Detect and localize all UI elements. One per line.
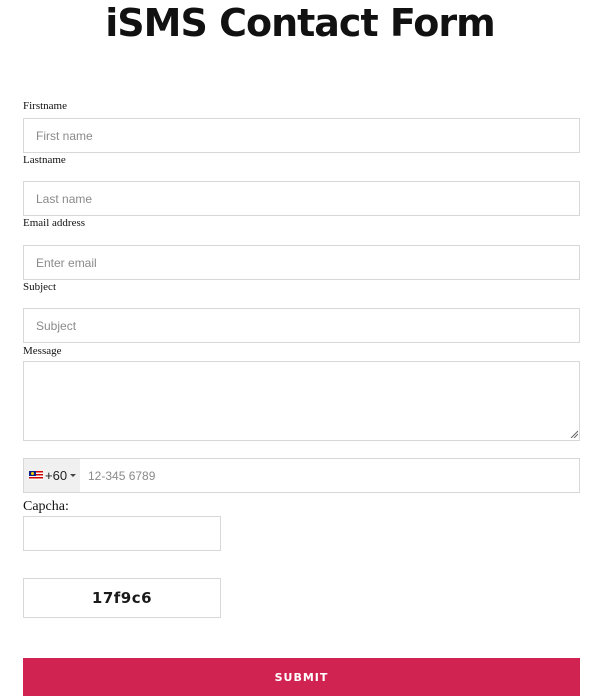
message-label: Message bbox=[23, 345, 62, 357]
form-title: iSMS Contact Form bbox=[105, 1, 495, 45]
phone-input[interactable] bbox=[80, 459, 579, 492]
lastname-label: Lastname bbox=[23, 154, 66, 166]
email-label: Email address bbox=[23, 217, 86, 229]
submit-button[interactable]: SUBMIT bbox=[23, 658, 580, 696]
chevron-down-icon bbox=[70, 474, 77, 477]
email-input[interactable] bbox=[23, 245, 580, 280]
captcha-label: Capcha: bbox=[23, 499, 69, 514]
dial-code: +60 bbox=[45, 468, 68, 483]
firstname-label: Firstname bbox=[23, 100, 67, 112]
captcha-input[interactable] bbox=[23, 516, 221, 551]
captcha-code: 17f9c6 bbox=[23, 578, 221, 618]
phone-field: +60 bbox=[23, 458, 580, 493]
firstname-input[interactable] bbox=[23, 118, 580, 153]
malaysia-flag-icon bbox=[29, 471, 43, 480]
resize-grip-icon[interactable] bbox=[570, 430, 578, 438]
subject-input[interactable] bbox=[23, 308, 580, 343]
lastname-input[interactable] bbox=[23, 181, 580, 216]
subject-label: Subject bbox=[23, 281, 56, 293]
message-textarea[interactable] bbox=[23, 361, 580, 441]
country-code-selector[interactable]: +60 bbox=[24, 459, 80, 492]
